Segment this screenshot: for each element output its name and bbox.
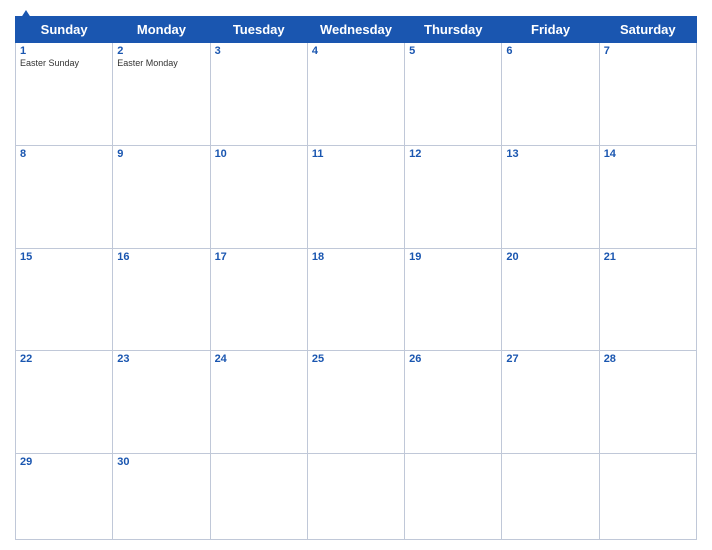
table-cell — [307, 454, 404, 540]
day-number: 10 — [215, 148, 303, 160]
table-cell: 26 — [405, 351, 502, 454]
day-number: 11 — [312, 148, 400, 160]
table-cell: 21 — [599, 248, 696, 351]
week-row-1: 89 10 11 12 13 14 — [16, 145, 697, 248]
day-number: 16 — [117, 251, 205, 263]
table-cell: 15 — [16, 248, 113, 351]
table-cell — [405, 454, 502, 540]
calendar-container: Sunday Monday Tuesday Wednesday Thursday… — [0, 0, 712, 550]
table-cell: 1Easter Sunday — [16, 43, 113, 146]
table-cell: 7 — [599, 43, 696, 146]
day-number: 27 — [506, 353, 594, 365]
table-cell: 13 — [502, 145, 599, 248]
day-number: 29 — [20, 456, 108, 468]
calendar-table: Sunday Monday Tuesday Wednesday Thursday… — [15, 16, 697, 540]
day-number: 26 — [409, 353, 497, 365]
day-number: 28 — [604, 353, 692, 365]
day-number: 17 — [215, 251, 303, 263]
week-row-0: 1Easter Sunday2Easter Monday34567 — [16, 43, 697, 146]
table-cell: 25 — [307, 351, 404, 454]
col-wednesday: Wednesday — [307, 17, 404, 43]
table-cell — [502, 454, 599, 540]
table-cell: 2Easter Monday — [113, 43, 210, 146]
table-cell: 23 — [113, 351, 210, 454]
col-thursday: Thursday — [405, 17, 502, 43]
day-number: 2 — [117, 45, 205, 57]
logo — [15, 10, 35, 24]
day-number: 8 — [20, 148, 108, 160]
week-row-3: 22 23 24 25 26 27 28 — [16, 351, 697, 454]
logo-icon — [17, 10, 35, 24]
table-cell: 4 — [307, 43, 404, 146]
table-cell: 22 — [16, 351, 113, 454]
table-cell: 29 — [16, 454, 113, 540]
table-cell: 24 — [210, 351, 307, 454]
header-row: Sunday Monday Tuesday Wednesday Thursday… — [16, 17, 697, 43]
day-number: 13 — [506, 148, 594, 160]
table-cell: 19 — [405, 248, 502, 351]
day-number: 20 — [506, 251, 594, 263]
day-number: 24 — [215, 353, 303, 365]
day-number: 12 — [409, 148, 497, 160]
table-cell: 3 — [210, 43, 307, 146]
day-number: 30 — [117, 456, 205, 468]
col-friday: Friday — [502, 17, 599, 43]
day-number: 3 — [215, 45, 303, 57]
week-row-4: 29 30 — [16, 454, 697, 540]
table-cell: 5 — [405, 43, 502, 146]
day-number: 5 — [409, 45, 497, 57]
day-number: 15 — [20, 251, 108, 263]
table-cell — [210, 454, 307, 540]
col-tuesday: Tuesday — [210, 17, 307, 43]
week-row-2: 15 16 17 18 19 20 21 — [16, 248, 697, 351]
day-number: 9 — [117, 148, 205, 160]
table-cell: 6 — [502, 43, 599, 146]
holiday-label: Easter Monday — [117, 58, 205, 68]
table-cell: 9 — [113, 145, 210, 248]
day-number: 23 — [117, 353, 205, 365]
table-cell: 18 — [307, 248, 404, 351]
table-cell: 12 — [405, 145, 502, 248]
table-cell — [599, 454, 696, 540]
day-number: 21 — [604, 251, 692, 263]
day-number: 6 — [506, 45, 594, 57]
col-saturday: Saturday — [599, 17, 696, 43]
table-cell: 8 — [16, 145, 113, 248]
day-number: 22 — [20, 353, 108, 365]
day-number: 14 — [604, 148, 692, 160]
holiday-label: Easter Sunday — [20, 58, 108, 68]
table-cell: 28 — [599, 351, 696, 454]
table-cell: 11 — [307, 145, 404, 248]
table-cell: 27 — [502, 351, 599, 454]
day-number: 19 — [409, 251, 497, 263]
day-number: 7 — [604, 45, 692, 57]
table-cell: 20 — [502, 248, 599, 351]
col-monday: Monday — [113, 17, 210, 43]
table-cell: 10 — [210, 145, 307, 248]
day-number: 4 — [312, 45, 400, 57]
table-cell: 17 — [210, 248, 307, 351]
day-number: 25 — [312, 353, 400, 365]
day-number: 18 — [312, 251, 400, 263]
table-cell: 30 — [113, 454, 210, 540]
table-cell: 14 — [599, 145, 696, 248]
table-cell: 16 — [113, 248, 210, 351]
day-number: 1 — [20, 45, 108, 57]
